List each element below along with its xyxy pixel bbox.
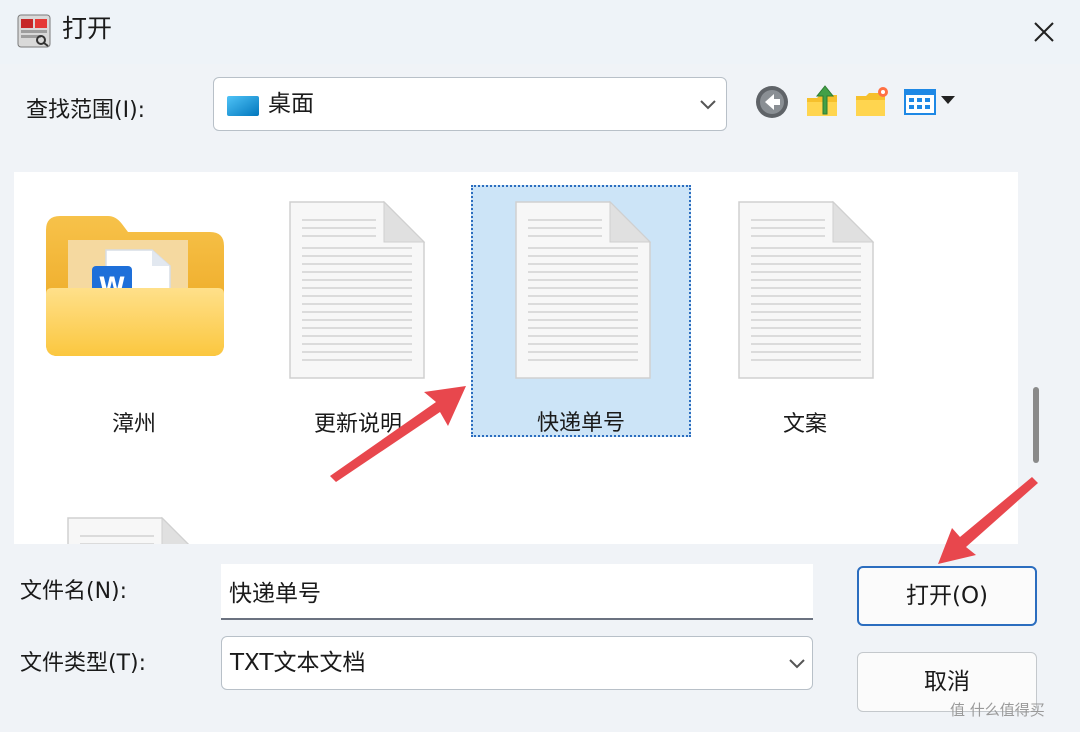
up-folder-icon[interactable] xyxy=(803,84,841,120)
text-document-icon xyxy=(67,516,190,544)
file-item-document[interactable]: 文案 xyxy=(695,186,915,438)
scrollbar-thumb[interactable] xyxy=(1033,387,1039,463)
text-document-icon xyxy=(738,200,875,379)
file-type-label: 文件类型(T): xyxy=(20,651,147,676)
file-name-label: 文件名(N): xyxy=(20,579,128,604)
text-document-icon xyxy=(289,200,426,379)
close-icon xyxy=(1034,22,1054,42)
open-button[interactable]: 打开(O) xyxy=(857,566,1037,626)
file-item-document[interactable] xyxy=(24,502,244,544)
new-folder-icon[interactable] xyxy=(853,84,891,120)
file-type-value: TXT文本文档 xyxy=(230,650,366,676)
view-menu-icon[interactable] xyxy=(903,84,959,120)
file-item-folder[interactable]: W 漳州 xyxy=(24,186,244,438)
look-in-value: 桌面 xyxy=(268,91,314,117)
file-item-document[interactable]: 更新说明 xyxy=(248,186,468,438)
look-in-label: 查找范围(I): xyxy=(26,98,146,123)
window-title: 打开 xyxy=(62,14,113,43)
desktop-icon xyxy=(227,96,259,116)
file-item-label: 文案 xyxy=(782,412,827,437)
chevron-down-icon xyxy=(789,659,805,669)
title-bar: 打开 xyxy=(0,0,1080,64)
file-type-dropdown[interactable]: TXT文本文档 xyxy=(221,636,813,690)
file-list[interactable]: W 漳州 更新说明 快递单号 文案 xyxy=(14,172,1018,544)
back-icon[interactable] xyxy=(753,84,791,120)
file-item-label: 漳州 xyxy=(111,412,156,437)
file-item-document-selected[interactable]: 快递单号 xyxy=(471,185,691,437)
folder-icon: W xyxy=(46,216,224,356)
app-icon xyxy=(17,14,51,48)
text-document-icon xyxy=(515,200,652,379)
close-button[interactable] xyxy=(1020,10,1068,54)
chevron-down-icon xyxy=(700,100,716,110)
watermark: 值 什么值得买 xyxy=(950,701,1045,719)
open-file-dialog: 打开 查找范围(I): 桌面 W 漳州 更新说明 快递单号 文案 文件名(N):… xyxy=(0,0,1080,732)
look-in-dropdown[interactable]: 桌面 xyxy=(213,77,727,131)
file-item-label: 更新说明 xyxy=(313,412,402,437)
file-item-label: 快递单号 xyxy=(536,411,625,436)
file-name-input[interactable] xyxy=(221,564,813,620)
